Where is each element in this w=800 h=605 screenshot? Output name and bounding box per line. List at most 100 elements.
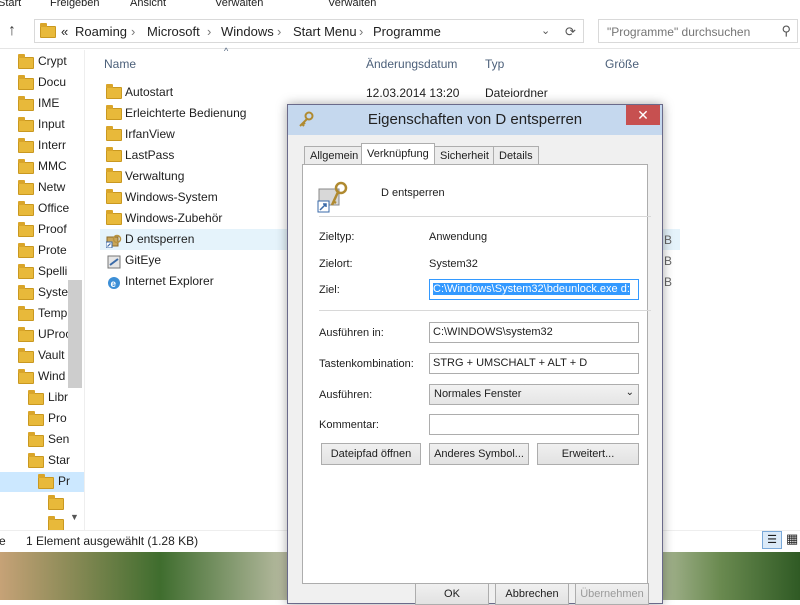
properties-dialog: Eigenschaften von D entsperren ✕ Allgeme… <box>287 104 663 605</box>
folder-icon <box>28 390 44 405</box>
zielort-value: System32 <box>429 258 478 270</box>
column-header-date[interactable]: Änderungsdatum <box>366 57 457 71</box>
ausfuehren-select[interactable]: Normales Fenster ⌄ <box>429 384 639 405</box>
list-item[interactable]: Autostart <box>100 82 300 103</box>
breadcrumb-windows[interactable]: Windows <box>221 24 274 39</box>
file-date: 12.03.2014 13:20 <box>366 86 460 100</box>
breadcrumb-roaming[interactable]: Roaming <box>75 24 127 39</box>
ribbon-tab-share[interactable]: Freigeben <box>50 0 100 9</box>
tiles-view-icon[interactable]: ▦ <box>786 531 798 547</box>
tab-sicherheit[interactable]: Sicherheit <box>434 146 495 165</box>
zieltyp-value: Anwendung <box>429 231 488 243</box>
up-arrow-icon[interactable]: ↑ <box>8 22 16 40</box>
kommentar-field[interactable] <box>429 414 639 435</box>
breadcrumb-programme[interactable]: Programme <box>373 24 441 39</box>
list-item[interactable]: GitEye <box>100 250 300 271</box>
cancel-button[interactable]: Abbrechen <box>495 583 569 605</box>
folder-icon <box>48 516 64 530</box>
column-header-size[interactable]: Größe <box>605 57 639 71</box>
folder-icon <box>106 84 122 99</box>
tab-details[interactable]: Details <box>493 146 539 165</box>
search-box: ⚲ <box>598 19 798 43</box>
list-item[interactable]: LastPass <box>100 145 300 166</box>
folder-icon <box>18 369 34 384</box>
ziel-value: C:\Windows\System32\bdeunlock.exe d: <box>433 283 630 295</box>
list-item[interactable]: IrfanView <box>100 124 300 145</box>
apply-button[interactable]: Übernehmen <box>575 583 649 605</box>
chevron-down-icon: ⌄ <box>625 387 634 398</box>
tastenkombination-field[interactable]: STRG + UMSCHALT + ALT + D <box>429 353 639 374</box>
folder-icon <box>18 285 34 300</box>
folder-icon <box>106 126 122 141</box>
tree-item-selected[interactable]: Pr <box>0 472 84 492</box>
list-item[interactable]: Windows-System <box>100 187 300 208</box>
folder-icon <box>106 189 122 204</box>
folder-icon <box>38 474 54 489</box>
dialog-titlebar[interactable]: Eigenschaften von D entsperren ✕ <box>288 105 662 135</box>
details-view-icon[interactable]: ☰ <box>762 531 782 549</box>
advanced-button[interactable]: Erweitert... <box>537 443 639 465</box>
list-item[interactable]: Erleichterte Bedienung <box>100 103 300 124</box>
ausfuehren-in-field[interactable]: C:\WINDOWS\system32 <box>429 322 639 343</box>
separator <box>319 310 651 311</box>
sort-ascending-icon: ^ <box>224 46 229 56</box>
breadcrumb-start-menu[interactable]: Start Menu <box>293 24 357 39</box>
folder-icon <box>106 147 122 162</box>
list-item[interactable]: e Internet Explorer <box>100 271 300 292</box>
chevron-right-icon: › <box>207 24 212 39</box>
shortcut-name: D entsperren <box>381 187 445 199</box>
tab-panel: D entsperren Zieltyp: Anwendung Zielort:… <box>302 164 651 584</box>
breadcrumb-microsoft[interactable]: Microsoft <box>147 24 200 39</box>
dropdown-icon[interactable]: ⌄ <box>541 24 550 37</box>
list-item[interactable]: Verwaltung <box>100 166 300 187</box>
ribbon-tab-manage-1[interactable]: Verwalten <box>215 0 263 9</box>
change-icon-button[interactable]: Anderes Symbol... <box>429 443 529 465</box>
search-icon[interactable]: ⚲ <box>781 23 791 39</box>
status-item-count: e <box>0 534 6 548</box>
dialog-title: Eigenschaften von D entsperren <box>367 111 583 128</box>
refresh-icon[interactable]: ⟳ <box>565 24 576 40</box>
ribbon-tab-manage-2[interactable]: Verwalten <box>328 0 376 9</box>
breadcrumb-overflow[interactable]: « <box>61 24 68 39</box>
ausfuehren-label: Ausführen: <box>319 389 373 401</box>
folder-icon <box>18 264 34 279</box>
chevron-right-icon: › <box>359 24 364 39</box>
zieltyp-label: Zieltyp: <box>319 231 355 243</box>
column-header-name[interactable]: Name <box>104 57 136 71</box>
list-item[interactable]: Windows-Zubehör <box>100 208 300 229</box>
ok-button[interactable]: OK <box>415 583 489 605</box>
folder-icon <box>18 75 34 90</box>
folder-icon <box>18 159 34 174</box>
tab-verknuepfung[interactable]: Verknüpfung <box>361 143 435 166</box>
ribbon-tab-view[interactable]: Ansicht <box>130 0 166 9</box>
ausfuehren-in-label: Ausführen in: <box>319 327 384 339</box>
folder-icon <box>106 210 122 225</box>
bitlocker-shortcut-icon <box>105 234 122 249</box>
file-type: Dateiordner <box>485 86 548 100</box>
folder-icon <box>28 453 44 468</box>
open-file-location-button[interactable]: Dateipfad öffnen <box>321 443 421 465</box>
folder-icon <box>28 411 44 426</box>
tab-allgemein[interactable]: Allgemein <box>304 146 365 165</box>
folder-icon <box>18 96 34 111</box>
folder-icon <box>18 222 34 237</box>
folder-icon <box>18 54 34 69</box>
internet-explorer-icon: e <box>106 276 122 290</box>
close-button[interactable]: ✕ <box>626 105 660 125</box>
folder-icon <box>18 243 34 258</box>
file-size: B <box>664 233 673 247</box>
folder-icon <box>18 138 34 153</box>
sidebar-scrollbar[interactable] <box>68 280 82 388</box>
shortcut-icon <box>317 179 351 216</box>
svg-text:e: e <box>111 279 117 290</box>
column-header-type[interactable]: Typ <box>485 57 504 71</box>
ribbon-tab-start[interactable]: Start <box>0 0 21 9</box>
scroll-down-icon[interactable]: ▼ <box>70 512 79 522</box>
file-size: B <box>664 275 673 289</box>
ziel-field[interactable]: C:\Windows\System32\bdeunlock.exe d: <box>429 279 639 300</box>
folder-icon <box>18 348 34 363</box>
search-input[interactable] <box>605 24 779 40</box>
chevron-right-icon: › <box>131 24 136 39</box>
kommentar-label: Kommentar: <box>319 419 379 431</box>
address-bar[interactable]: « Roaming › Microsoft › Windows › Start … <box>34 19 584 43</box>
